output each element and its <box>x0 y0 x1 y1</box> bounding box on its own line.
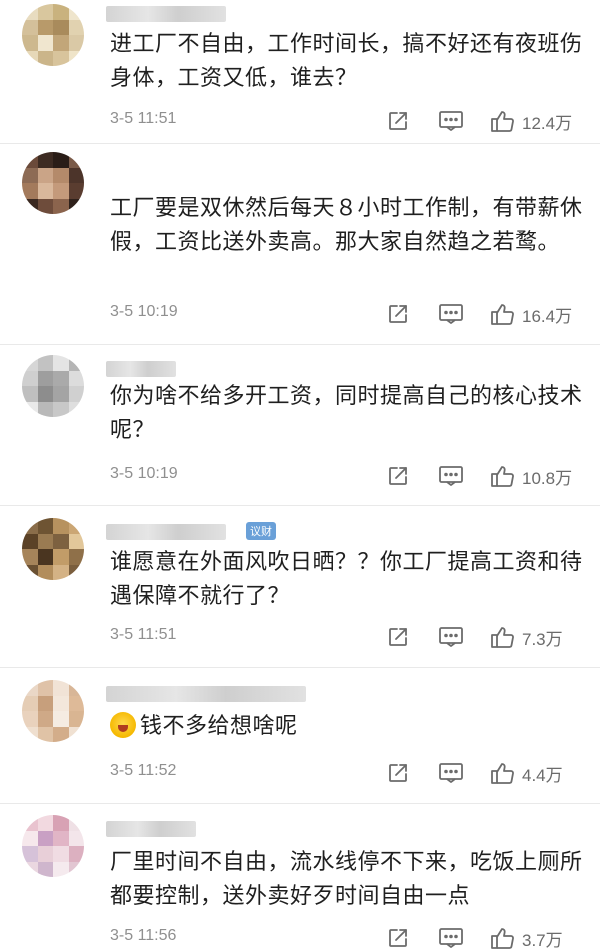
like-button[interactable]: 4.4万 <box>490 760 563 786</box>
divider <box>0 803 600 804</box>
share-icon[interactable] <box>386 624 410 650</box>
comment-text: 厂里时间不自由，流水线停不下来，吃饭上厕所都要控制，送外卖好歹时间自由一点 <box>110 850 583 909</box>
avatar[interactable] <box>22 355 84 417</box>
comment-text: 谁愿意在外面风吹日晒？？你工厂提高工资和待遇保障不就行了？ <box>110 550 583 609</box>
divider <box>0 505 600 506</box>
share-icon[interactable] <box>386 463 410 489</box>
thumbs-up-icon <box>490 464 516 488</box>
comment-icon[interactable] <box>438 301 464 327</box>
username-blurred[interactable] <box>106 524 226 540</box>
divider <box>0 344 600 345</box>
share-icon[interactable] <box>386 760 410 786</box>
share-icon[interactable] <box>386 925 410 950</box>
like-count: 10.8万 <box>522 468 573 488</box>
thumbs-up-icon <box>490 109 516 133</box>
comment-text: 钱不多给想啥呢 <box>110 710 586 744</box>
like-count: 7.3万 <box>522 629 563 649</box>
avatar[interactable] <box>22 4 84 66</box>
comment-meta: 3-5 10:19 10.8万 <box>110 463 586 489</box>
comment-text: 工厂要是双休然后每天８小时工作制，有带薪休假，工资比送外卖高。那大家自然趋之若鹜… <box>110 196 583 255</box>
comment-meta: 3-5 11:51 12.4万 <box>110 108 586 134</box>
comment-timestamp: 3-5 10:19 <box>110 303 178 320</box>
comment-timestamp: 3-5 11:56 <box>110 927 177 944</box>
comment-icon[interactable] <box>438 624 464 650</box>
fan-badge: 议财 <box>246 522 276 540</box>
comment-icon[interactable] <box>438 463 464 489</box>
avatar[interactable] <box>22 815 84 877</box>
comment-meta: 3-5 10:19 16.4万 <box>110 301 586 327</box>
comment-timestamp: 3-5 11:51 <box>110 626 177 643</box>
comment-timestamp: 3-5 11:52 <box>110 762 177 779</box>
comment-icon[interactable] <box>438 108 464 134</box>
like-button[interactable]: 16.4万 <box>490 301 572 327</box>
comment-timestamp: 3-5 10:19 <box>110 465 178 482</box>
thumbs-up-icon <box>490 761 516 785</box>
comment-meta: 3-5 11:56 3.7万 <box>110 925 586 950</box>
comment-icon[interactable] <box>438 925 464 950</box>
scared-face-emoji-icon <box>110 712 136 738</box>
avatar[interactable] <box>22 680 84 742</box>
comment-meta: 3-5 11:51 7.3万 <box>110 624 586 650</box>
divider <box>0 143 600 144</box>
like-button[interactable]: 10.8万 <box>490 463 572 489</box>
username-blurred[interactable] <box>106 361 176 377</box>
comment-meta: 3-5 11:52 4.4万 <box>110 760 586 786</box>
thumbs-up-icon <box>490 625 516 649</box>
comment-icon[interactable] <box>438 760 464 786</box>
avatar[interactable] <box>22 518 84 580</box>
share-icon[interactable] <box>386 108 410 134</box>
avatar[interactable] <box>22 152 84 214</box>
username-blurred[interactable] <box>106 686 306 702</box>
like-count: 12.4万 <box>522 113 573 133</box>
like-count: 16.4万 <box>522 306 573 326</box>
like-count: 4.4万 <box>522 765 563 785</box>
divider <box>0 667 600 668</box>
comment-text: 你为啥不给多开工资，同时提高自己的核心技术呢？ <box>110 384 583 443</box>
share-icon[interactable] <box>386 301 410 327</box>
thumbs-up-icon <box>490 302 516 326</box>
like-button[interactable]: 7.3万 <box>490 624 563 650</box>
comment-text-content: 钱不多给想啥呢 <box>140 714 298 739</box>
username-blurred[interactable] <box>106 6 226 22</box>
thumbs-up-icon <box>490 926 516 950</box>
like-button[interactable]: 12.4万 <box>490 108 572 134</box>
username-blurred[interactable] <box>106 821 196 837</box>
like-count: 3.7万 <box>522 930 563 950</box>
like-button[interactable]: 3.7万 <box>490 925 563 950</box>
comment-text: 进工厂不自由，工作时间长，搞不好还有夜班伤身体，工资又低，谁去？ <box>110 32 583 91</box>
comment-timestamp: 3-5 11:51 <box>110 110 177 127</box>
